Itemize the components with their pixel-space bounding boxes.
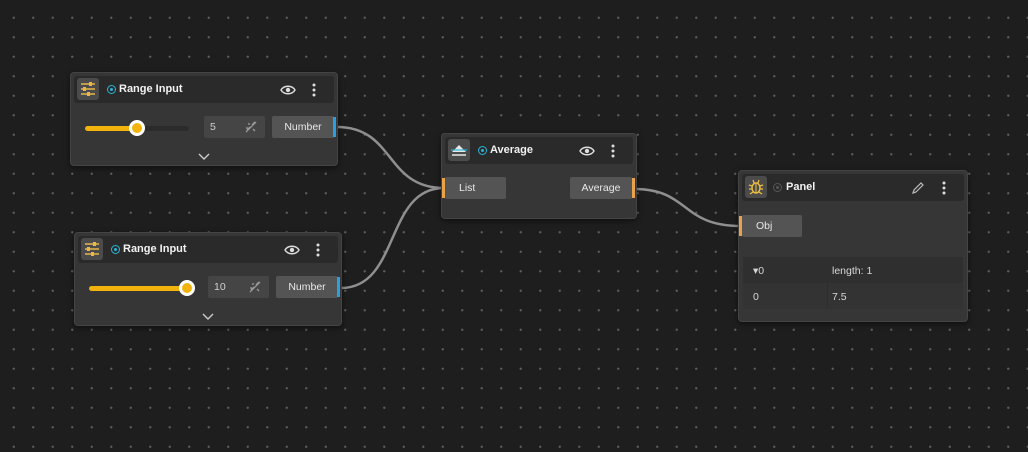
slider-thumb[interactable] bbox=[179, 280, 195, 296]
average-icon bbox=[448, 139, 470, 161]
row-value: 7.5 bbox=[832, 291, 847, 303]
wire-average-to-panel bbox=[633, 187, 742, 228]
row-key: 0 bbox=[753, 291, 759, 303]
row-value: length: 1 bbox=[832, 265, 873, 277]
eye-icon[interactable] bbox=[284, 242, 300, 258]
panel-node[interactable]: Panel Obj ▾0 length: 1 0 7.5 bbox=[738, 170, 968, 322]
slider-thumb[interactable] bbox=[129, 120, 145, 136]
row-key[interactable]: ▾0 bbox=[753, 265, 764, 277]
value-text: 5 bbox=[210, 121, 216, 133]
slider-fill bbox=[89, 286, 187, 291]
output-port-number[interactable]: Number bbox=[276, 276, 338, 298]
status-indicator-icon bbox=[111, 245, 120, 254]
table-row[interactable]: 0 7.5 bbox=[743, 283, 963, 309]
value-field[interactable]: 10 bbox=[208, 276, 269, 298]
input-port-obj[interactable]: Obj bbox=[742, 215, 802, 237]
output-label: Number bbox=[288, 281, 326, 293]
node-header[interactable]: Range Input bbox=[74, 76, 334, 103]
value-field[interactable]: 5 bbox=[204, 116, 265, 138]
node-header[interactable]: Range Input bbox=[78, 236, 338, 263]
sliders-icon bbox=[81, 238, 103, 260]
wire-range1-to-average bbox=[336, 125, 445, 190]
output-port-average[interactable]: Average bbox=[570, 177, 632, 199]
more-vertical-icon[interactable] bbox=[605, 143, 621, 159]
average-node[interactable]: Average List Average bbox=[441, 133, 637, 219]
sliders-icon bbox=[77, 78, 99, 100]
table-row[interactable]: ▾0 length: 1 bbox=[743, 257, 963, 283]
node-title: Panel bbox=[786, 181, 816, 193]
node-title: Range Input bbox=[119, 83, 183, 95]
output-label: Number bbox=[284, 121, 322, 133]
input-label: Obj bbox=[756, 220, 773, 232]
input-port-list[interactable]: List bbox=[445, 177, 506, 199]
node-header[interactable]: Average bbox=[445, 137, 633, 164]
bug-icon bbox=[745, 176, 767, 198]
range-slider[interactable] bbox=[89, 278, 195, 298]
wire-range2-to-average bbox=[340, 186, 445, 290]
range-input-node-2[interactable]: Range Input 10 Number bbox=[74, 232, 342, 326]
value-text: 10 bbox=[214, 281, 226, 293]
node-title: Average bbox=[490, 144, 534, 156]
status-indicator-icon bbox=[107, 85, 116, 94]
unlink-icon[interactable] bbox=[248, 280, 262, 294]
output-port-number[interactable]: Number bbox=[272, 116, 334, 138]
range-slider[interactable] bbox=[85, 118, 189, 138]
more-vertical-icon[interactable] bbox=[306, 82, 322, 98]
more-vertical-icon[interactable] bbox=[310, 242, 326, 258]
eye-icon[interactable] bbox=[579, 143, 595, 159]
status-indicator-icon bbox=[478, 146, 487, 155]
column-divider bbox=[827, 283, 828, 309]
range-input-node-1[interactable]: Range Input 5 Number bbox=[70, 72, 338, 166]
eye-icon[interactable] bbox=[280, 82, 296, 98]
output-pin[interactable] bbox=[337, 277, 340, 297]
pencil-icon[interactable] bbox=[910, 180, 926, 196]
node-title: Range Input bbox=[123, 243, 187, 255]
unlink-icon[interactable] bbox=[244, 120, 258, 134]
input-label: List bbox=[459, 182, 476, 194]
output-pin[interactable] bbox=[333, 117, 336, 137]
output-pin[interactable] bbox=[632, 178, 635, 198]
node-header[interactable]: Panel bbox=[742, 174, 964, 201]
status-indicator-icon bbox=[773, 183, 782, 192]
chevron-down-icon[interactable] bbox=[197, 151, 211, 161]
column-divider bbox=[827, 257, 828, 283]
more-vertical-icon[interactable] bbox=[936, 180, 952, 196]
output-label: Average bbox=[581, 182, 621, 194]
chevron-down-icon[interactable] bbox=[201, 311, 215, 321]
